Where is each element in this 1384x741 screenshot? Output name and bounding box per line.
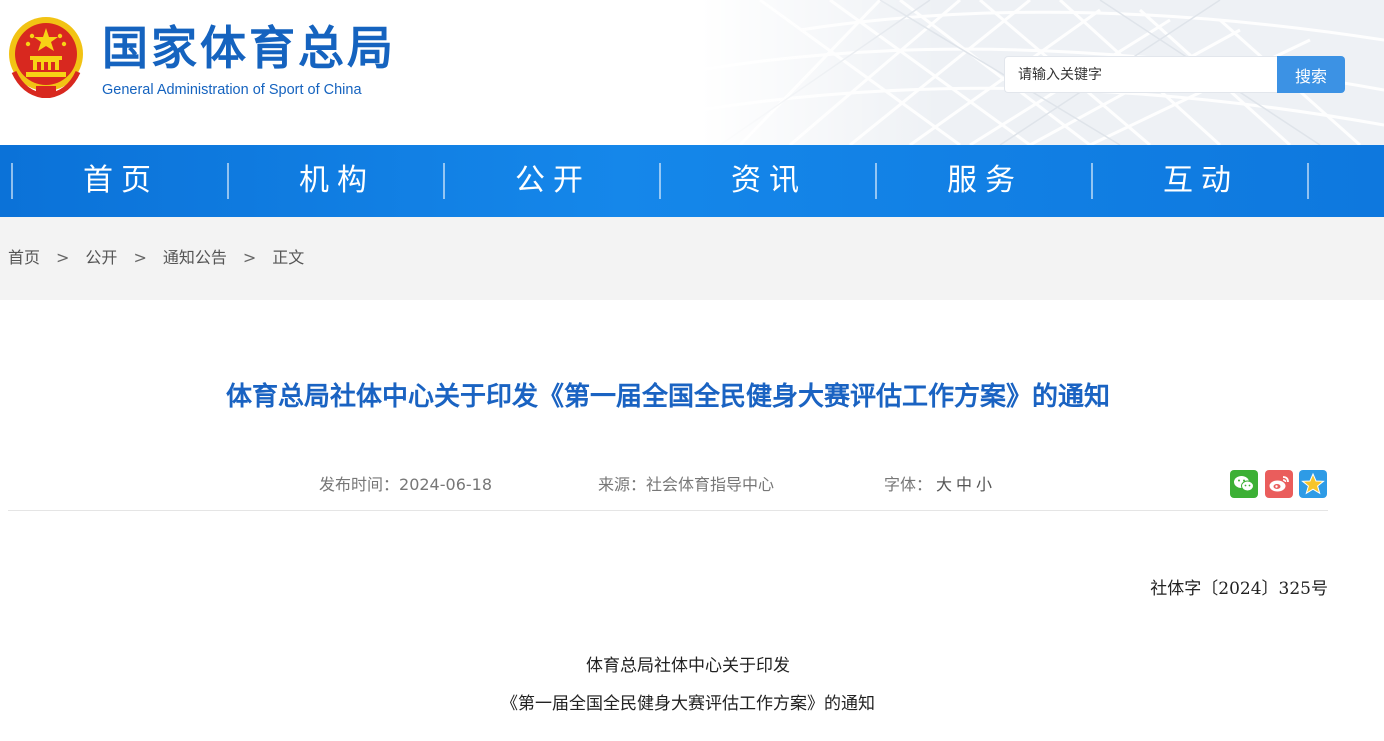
- breadcrumb: 首页 > 公开 > 通知公告 > 正文: [8, 247, 304, 269]
- breadcrumb-separator: >: [56, 248, 70, 267]
- nav-item-public[interactable]: 公开: [445, 145, 661, 217]
- nav-separator: [1307, 163, 1309, 199]
- site-title[interactable]: 国家体育总局: [102, 22, 396, 74]
- nav-item-interaction[interactable]: 互动: [1093, 145, 1309, 217]
- meta-divider: [8, 510, 1328, 511]
- breadcrumb-bar: 首页 > 公开 > 通知公告 > 正文: [0, 217, 1384, 300]
- site-header: 国家体育总局 General Administration of Sport o…: [0, 0, 1384, 145]
- document-title-line-1: 体育总局社体中心关于印发: [586, 656, 790, 676]
- wechat-share-icon[interactable]: [1230, 470, 1258, 498]
- article-source: 来源：社会体育指导中心: [598, 474, 774, 496]
- national-emblem-icon: [9, 17, 83, 98]
- document-number: 社体字〔2024〕325号: [1150, 579, 1328, 599]
- breadcrumb-public[interactable]: 公开: [85, 248, 117, 267]
- publish-date-value: 2024-06-18: [399, 475, 492, 494]
- publish-date: 发布时间：2024-06-18: [319, 474, 492, 496]
- weibo-share-icon[interactable]: [1265, 470, 1293, 498]
- font-size-medium[interactable]: 中: [956, 475, 972, 494]
- site-title-english[interactable]: General Administration of Sport of China: [102, 80, 362, 100]
- font-size-small[interactable]: 小: [976, 475, 992, 494]
- breadcrumb-notices[interactable]: 通知公告: [163, 248, 227, 267]
- font-size-controls: 字体：大中小: [884, 474, 992, 496]
- source-label: 来源：: [598, 475, 647, 494]
- search-box: 搜索: [1004, 56, 1345, 93]
- breadcrumb-separator: >: [133, 248, 147, 267]
- document-title-line-2: 《第一届全国全民健身大赛评估工作方案》的通知: [501, 694, 875, 714]
- font-size-label: 字体：: [884, 475, 933, 494]
- font-size-large[interactable]: 大: [936, 475, 952, 494]
- search-button[interactable]: 搜索: [1277, 56, 1345, 93]
- main-nav: 首页 机构 公开 资讯 服务 互动: [0, 145, 1384, 217]
- nav-item-organization[interactable]: 机构: [229, 145, 445, 217]
- search-input[interactable]: [1004, 56, 1277, 93]
- source-value: 社会体育指导中心: [646, 475, 775, 494]
- breadcrumb-separator: >: [242, 248, 257, 267]
- nav-item-home[interactable]: 首页: [13, 145, 229, 217]
- breadcrumb-current: 正文: [272, 248, 305, 267]
- nav-item-news[interactable]: 资讯: [661, 145, 877, 217]
- article-title: 体育总局社体中心关于印发《第一届全国全民健身大赛评估工作方案》的通知: [225, 382, 1110, 412]
- favorite-star-icon[interactable]: [1299, 470, 1327, 498]
- breadcrumb-home[interactable]: 首页: [8, 248, 40, 267]
- publish-date-label: 发布时间：: [319, 475, 400, 494]
- nav-item-services[interactable]: 服务: [877, 145, 1093, 217]
